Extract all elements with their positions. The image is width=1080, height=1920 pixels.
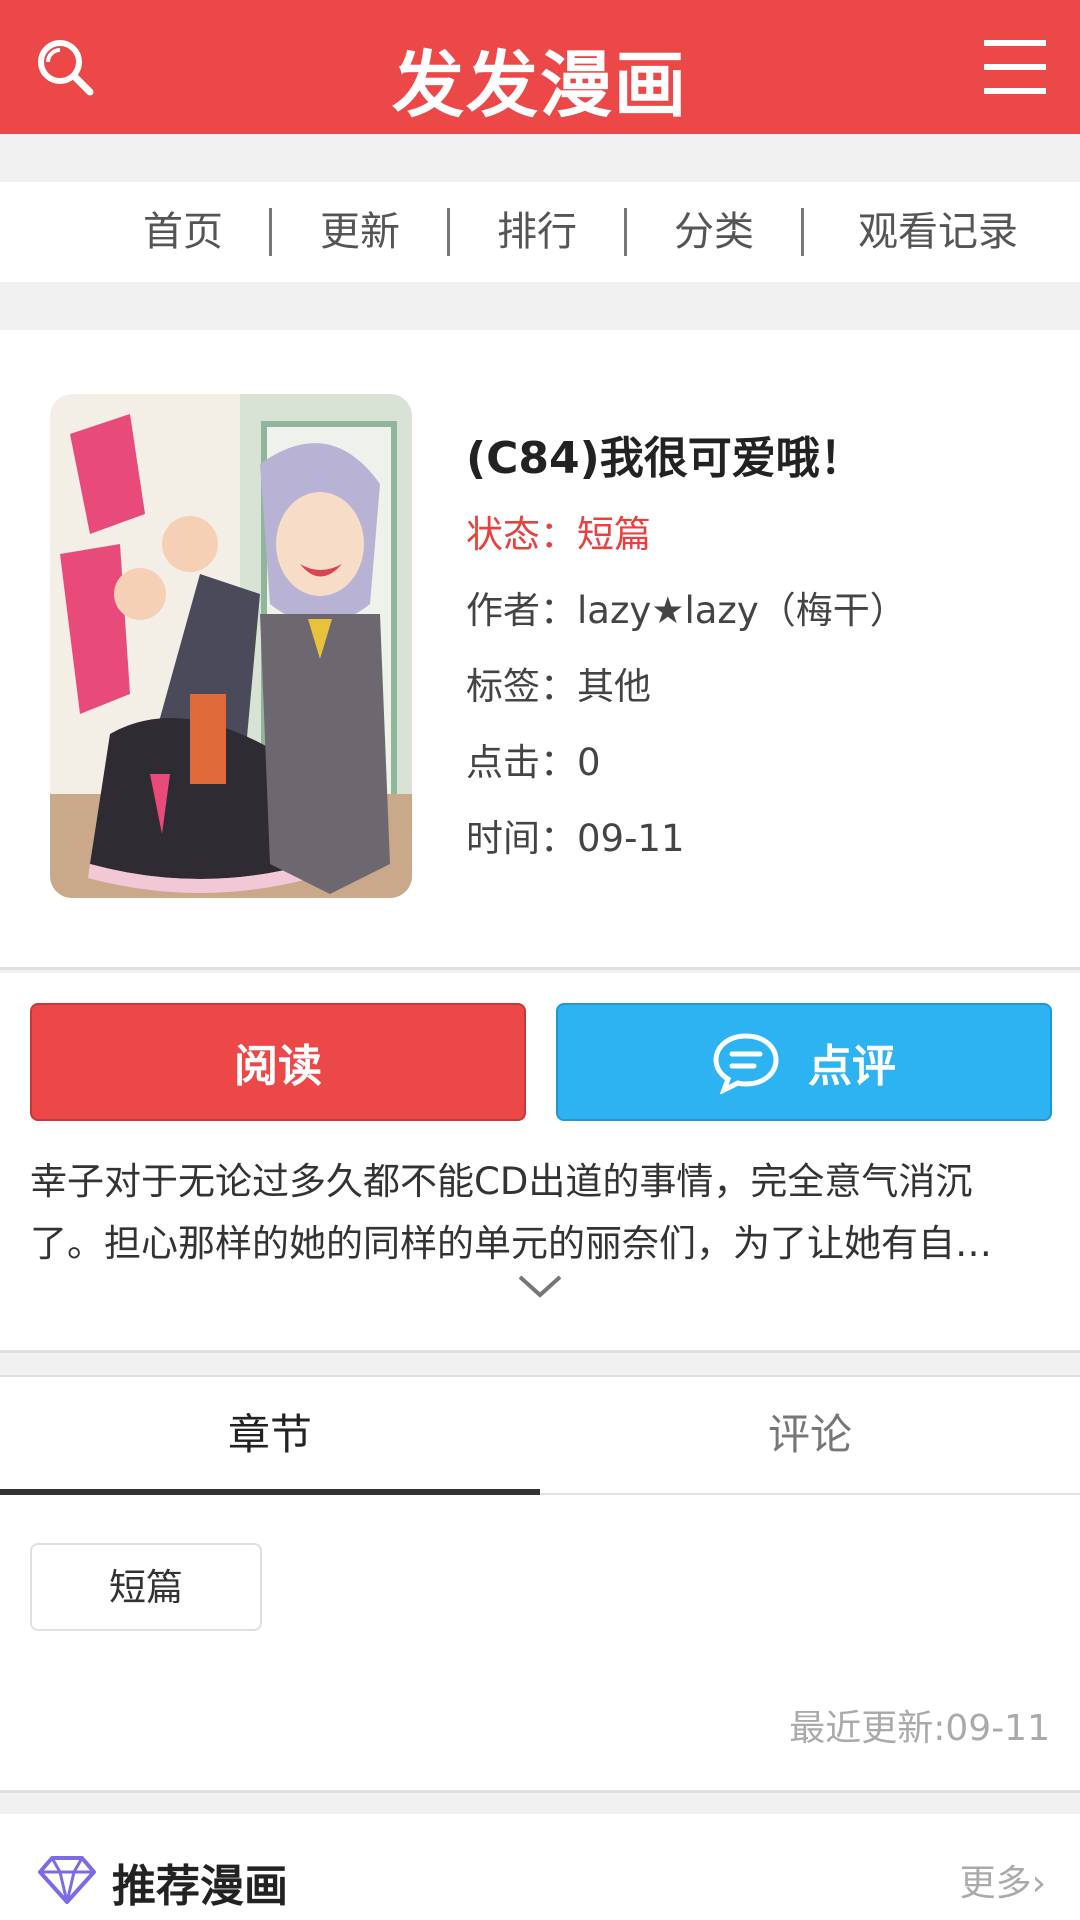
review-button-label: 点评 (808, 1041, 896, 1092)
nav-ranking[interactable]: 排行 (497, 206, 577, 258)
comic-clicks: 点击：0 (466, 741, 601, 784)
comic-title: (C84)我很可爱哦！ (466, 433, 864, 484)
menu-icon[interactable] (984, 38, 1046, 96)
comic-tags: 标签：其他 (466, 665, 651, 708)
nav-home[interactable]: 首页 (143, 206, 223, 258)
content-tabs: 章节 评论 (0, 1377, 1080, 1495)
actions-section: 阅读 点评 幸子对于无论过多久都不能CD出道的事情，完全意气消沉 了。担心那样的… (0, 973, 1080, 1353)
main-nav: 首页 更新 排行 分类 观看记录 (0, 182, 1080, 282)
chapters-section: 章节 评论 短篇 最近更新:09-11 (0, 1375, 1080, 1793)
nav-history[interactable]: 观看记录 (858, 206, 1018, 258)
comic-info: (C84)我很可爱哦！ 状态：短篇 作者：lazy★lazy（梅干） 标签：其他… (0, 330, 1080, 970)
nav-category[interactable]: 分类 (674, 206, 754, 258)
comic-time: 时间：09-11 (466, 817, 685, 860)
nav-divider (447, 208, 450, 256)
nav-divider (624, 208, 627, 256)
read-button-label: 阅读 (234, 1041, 322, 1092)
last-updated: 最近更新:09-11 (789, 1708, 1050, 1749)
review-button[interactable]: 点评 (556, 1003, 1052, 1121)
recommend-title: 推荐漫画 (112, 1861, 288, 1912)
tab-chapters[interactable]: 章节 (0, 1377, 540, 1495)
description-line: 了。担心那样的她的同样的单元的丽奈们，为了让她有自… (30, 1222, 992, 1265)
chapter-item[interactable]: 短篇 (30, 1543, 262, 1631)
comic-meta: (C84)我很可爱哦！ 状态：短篇 作者：lazy★lazy（梅干） 标签：其他… (466, 430, 1046, 864)
description-line: 幸子对于无论过多久都不能CD出道的事情，完全意气消沉 (30, 1160, 973, 1203)
nav-updates[interactable]: 更新 (320, 206, 400, 258)
comment-icon (713, 1033, 779, 1094)
chevron-right-icon: › (1031, 1863, 1046, 1904)
nav-divider (269, 208, 272, 256)
comic-cover-image (50, 394, 412, 898)
diamond-icon (38, 1856, 96, 1904)
comic-author: 作者：lazy★lazy（梅干） (466, 589, 907, 632)
app-header: 发发漫画 (0, 0, 1080, 134)
more-link[interactable]: 更多› (960, 1854, 1046, 1906)
read-button[interactable]: 阅读 (30, 1003, 526, 1121)
tab-comments[interactable]: 评论 (540, 1377, 1080, 1495)
chevron-down-icon[interactable] (516, 1271, 564, 1301)
app-title: 发发漫画 (391, 43, 688, 127)
comic-description: 幸子对于无论过多久都不能CD出道的事情，完全意气消沉 了。担心那样的她的同样的单… (30, 1151, 1050, 1275)
recommend-header: 推荐漫画 更多› (0, 1814, 1080, 1920)
more-label: 更多 (959, 1863, 1032, 1904)
nav-divider (801, 208, 804, 256)
comic-status: 状态：短篇 (466, 513, 651, 556)
